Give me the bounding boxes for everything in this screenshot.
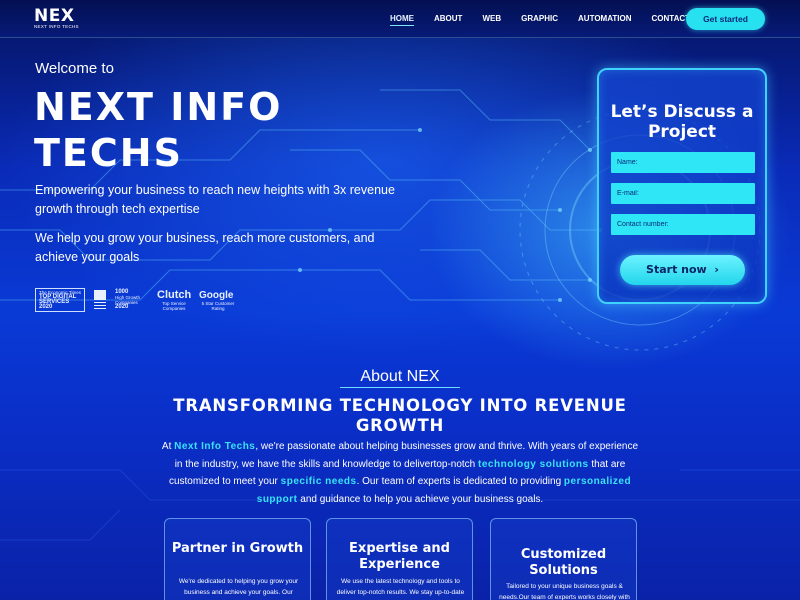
start-now-label: Start now xyxy=(646,263,707,276)
form-title: Let’s Discuss a Project xyxy=(610,102,754,142)
main-nav: HOME ABOUT WEB GRAPHIC AUTOMATION CONTAC… xyxy=(380,0,700,38)
start-now-button[interactable]: Start now › xyxy=(620,255,745,285)
card-text: We use the latest technology and tools t… xyxy=(336,578,465,596)
logo-subtitle: NEXT INFO TECHS xyxy=(34,24,79,29)
nav-home[interactable]: HOME xyxy=(380,0,424,38)
nav-automation[interactable]: AUTOMATION xyxy=(568,0,641,38)
badge-line: Top Service xyxy=(162,300,186,306)
badge-line: Rating xyxy=(211,305,225,311)
about-underline xyxy=(340,387,460,388)
award-emblem-icon xyxy=(94,290,106,309)
card-title: Partner in Growth xyxy=(171,541,304,556)
get-started-button[interactable]: Get started xyxy=(686,8,765,30)
about-text-part: At xyxy=(161,441,175,452)
hero-title: NEXT INFO TECHS xyxy=(34,85,283,175)
project-form-card: Let’s Discuss a Project Start now › xyxy=(597,68,767,304)
award-emblem-badge xyxy=(93,288,107,312)
about-description: At Next Info Techs, we're passionate abo… xyxy=(160,438,640,508)
name-field[interactable] xyxy=(611,152,755,173)
nav-about[interactable]: ABOUT xyxy=(424,0,472,38)
logo-text: NEX xyxy=(34,6,75,26)
site-logo[interactable]: NEX NEXT INFO TECHS xyxy=(34,8,82,30)
feature-card[interactable]: Customized Solutions Tailored to your un… xyxy=(490,518,637,600)
growth-companies-badge: 1000 High Growth Companies 2020 xyxy=(115,289,149,310)
clutch-badge: Clutch Top Service Companies xyxy=(157,288,192,311)
about-text-part: . Our team of experts is dedicated to pr… xyxy=(356,476,564,487)
google-logo: Google xyxy=(199,289,234,301)
about-highlight: specific needs xyxy=(280,476,357,487)
clutch-logo: Clutch xyxy=(157,288,192,301)
hero-paragraph-2: We help you grow your business, reach mo… xyxy=(35,231,375,264)
card-title: Expertise and Experience xyxy=(349,541,450,572)
about-highlight: Next Info Techs xyxy=(174,441,256,452)
about-text-part: and guidance to help you achieve your bu… xyxy=(297,493,544,505)
chevron-right-icon: › xyxy=(710,263,719,276)
hero-paragraph-1: Empowering your business to reach new he… xyxy=(35,183,395,216)
nav-web[interactable]: WEB xyxy=(472,0,511,38)
award-badges: The Economic Times TOP DIGITAL SERVICES … xyxy=(35,288,237,312)
badge-line: 5 Star Customer xyxy=(201,300,235,306)
contact-number-field[interactable] xyxy=(611,214,755,235)
nav-graphic[interactable]: GRAPHIC xyxy=(511,0,568,38)
about-title: TRANSFORMING TECHNOLOGY INTO REVENUE GRO… xyxy=(173,396,627,435)
top-navbar: NEX NEXT INFO TECHS HOME ABOUT WEB GRAPH… xyxy=(0,0,800,38)
email-field[interactable] xyxy=(611,183,755,204)
google-rating-badge: Google 5 Star Customer Rating xyxy=(199,290,237,311)
about-highlight: technology solutions xyxy=(478,458,589,470)
badge-year: 2020 xyxy=(115,304,129,310)
card-text: Tailored to your unique business goals &… xyxy=(499,583,630,600)
badge-year: 2020 xyxy=(39,304,53,310)
feature-card[interactable]: Partner in Growth We're dedicated to hel… xyxy=(164,518,311,600)
card-title: Customized Solutions xyxy=(520,547,607,578)
feature-card[interactable]: Expertise and Experience We use the late… xyxy=(326,518,473,600)
badge-line: Companies xyxy=(162,305,186,311)
welcome-text: Welcome to xyxy=(35,60,114,77)
card-text: We're dedicated to helping you grow your… xyxy=(178,578,299,596)
economic-times-badge: The Economic Times TOP DIGITAL SERVICES … xyxy=(35,288,85,312)
about-heading: About NEX xyxy=(360,368,440,385)
